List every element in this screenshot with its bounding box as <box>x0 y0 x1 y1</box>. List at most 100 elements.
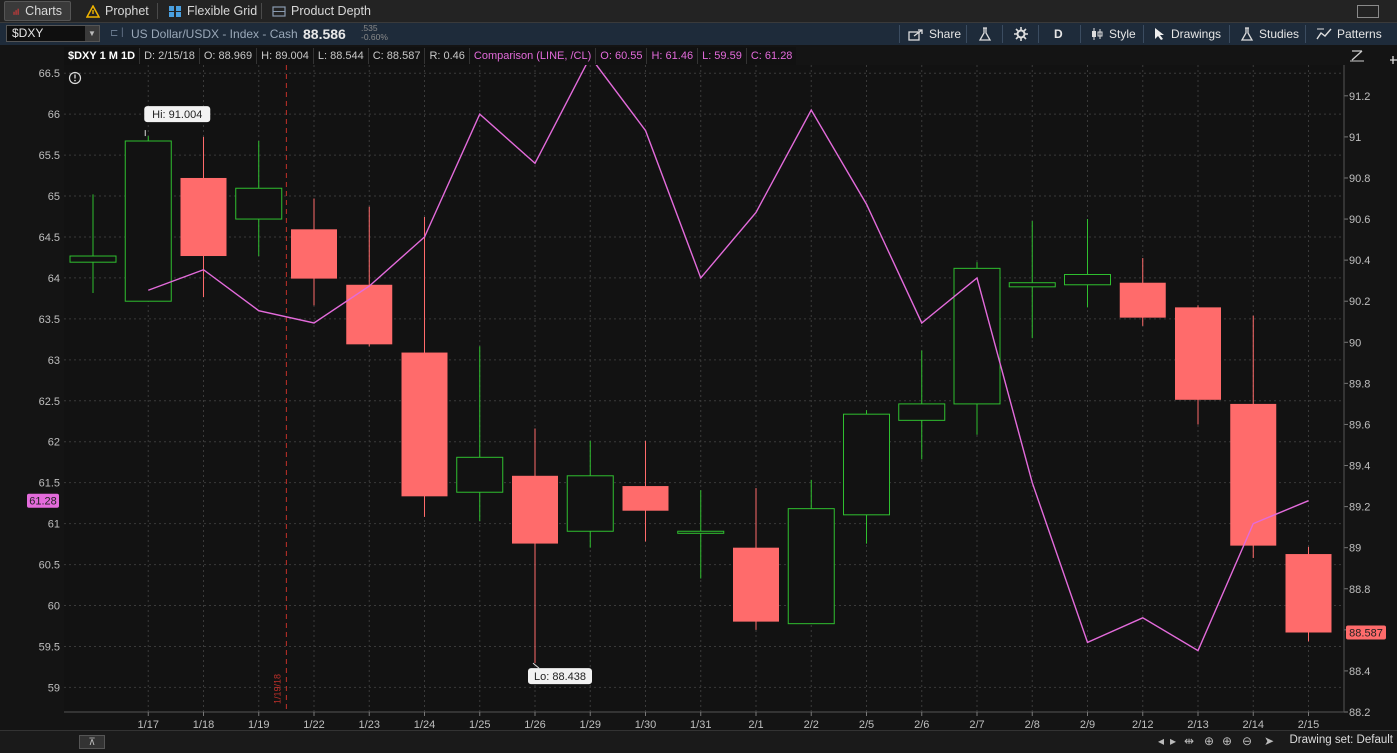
toolbar-separator <box>966 25 967 43</box>
candle-body <box>346 284 393 345</box>
candle-body <box>1008 282 1056 288</box>
toolbar-separator <box>1229 25 1230 43</box>
left-tick-label: 61 <box>48 519 60 531</box>
info-cmp-low: L: 59.59 <box>698 48 747 64</box>
candle-style-icon <box>1092 28 1103 40</box>
info-symbol-period: $DXY 1 M 1D <box>64 48 141 64</box>
patterns-icon <box>1316 28 1332 40</box>
tab-label: Charts <box>25 4 62 18</box>
aggregation-button[interactable]: D <box>1048 25 1069 43</box>
toolbar-separator <box>1305 25 1306 43</box>
info-cmp-open: O: 60.55 <box>596 48 648 64</box>
right-tick-label: 90.4 <box>1349 255 1370 267</box>
right-tick-label: 89.4 <box>1349 461 1370 473</box>
candle-body <box>69 255 117 263</box>
candle-body <box>898 403 946 421</box>
candle-body <box>1175 307 1221 400</box>
settings-button[interactable] <box>1008 25 1034 43</box>
right-tick-label: 90 <box>1349 337 1361 349</box>
patterns-button[interactable]: Patterns <box>1310 25 1388 43</box>
candle-body <box>291 229 337 279</box>
info-comparison: Comparison (LINE, /CL) <box>470 48 597 64</box>
candle-body <box>733 547 779 622</box>
chevron-down-icon[interactable]: ▼ <box>85 26 99 41</box>
chart-toolbar: $DXY ▼ ⊏ | US Dollar/USDX - Index - Cash… <box>0 23 1397 45</box>
tab-charts[interactable]: Charts <box>4 1 71 21</box>
left-tick-label: 62 <box>48 437 60 449</box>
style-button[interactable]: Style <box>1084 25 1142 43</box>
style-label: Style <box>1109 27 1136 41</box>
toolbar-separator <box>1002 25 1003 43</box>
pan-icon[interactable]: ⇹ <box>1184 734 1194 748</box>
right-tick-label: 90.8 <box>1349 173 1370 185</box>
scroll-left-icon[interactable]: ◂ <box>1158 734 1164 748</box>
right-tick-label: 91.2 <box>1349 91 1370 103</box>
tab-product-depth[interactable]: Product Depth <box>264 1 379 21</box>
left-tick-label: 64.5 <box>39 232 60 244</box>
left-tick-label: 60 <box>48 601 60 613</box>
high-label: Hi: 91.004 <box>152 109 202 121</box>
drawing-set-label: Drawing set: Default <box>1289 734 1393 746</box>
candle-body <box>456 456 504 493</box>
drawings-label: Drawings <box>1171 27 1222 41</box>
candle-body <box>677 530 725 534</box>
drawings-button[interactable]: Drawings <box>1148 25 1227 43</box>
pointer-icon[interactable]: ➤ <box>1264 734 1274 748</box>
symbol-value: $DXY <box>12 26 44 40</box>
right-tick-label: 88.8 <box>1349 584 1370 596</box>
maximize-button[interactable] <box>1357 5 1379 18</box>
info-low: L: 88.544 <box>314 48 369 64</box>
tab-flexible-grid[interactable]: Flexible Grid <box>160 1 265 21</box>
left-tick-label: 66.5 <box>39 68 60 80</box>
candle-body <box>1119 282 1166 318</box>
plot-area <box>64 65 1344 712</box>
share-button[interactable]: Share <box>902 25 967 43</box>
grid-icon <box>169 5 181 17</box>
right-tick-label: 88.4 <box>1349 666 1370 678</box>
tab-prophet[interactable]: Prophet <box>78 1 157 21</box>
symbol-input[interactable]: $DXY ▼ <box>6 25 100 42</box>
link-icon[interactable]: ⊏ <box>110 28 118 39</box>
left-tick-label: 63 <box>48 355 60 367</box>
symbol-price: 88.586 <box>303 26 346 42</box>
candle-body <box>401 352 448 497</box>
info-cmp-high: H: 61.46 <box>647 48 699 64</box>
info-date: D: 2/15/18 <box>140 48 200 64</box>
zoom-in-icon[interactable]: ⊕ <box>1222 734 1232 748</box>
top-tab-bar: Charts Prophet Flexible Grid Product Dep… <box>0 0 1397 23</box>
candle-body <box>843 413 890 516</box>
left-tick-label: 63.5 <box>39 314 60 326</box>
left-tick-label: 62.5 <box>39 396 60 408</box>
collapse-button[interactable]: ⊼ <box>79 735 105 749</box>
candle-body <box>1285 554 1332 633</box>
date-marker-label: 1/19/18 <box>272 674 282 704</box>
separator-dot: | <box>121 27 124 38</box>
candle-body <box>622 486 669 511</box>
toolbar-separator <box>1080 25 1081 43</box>
crosshair-icon[interactable]: ⊕ <box>1204 734 1214 748</box>
price-chart[interactable]: 66.5 66 65.5 65 64.5 64 63.5 63 62.5 62 61.5 61 60.5… <box>0 45 1397 752</box>
low-label: Lo: 88.438 <box>534 671 586 683</box>
tab-label: Flexible Grid <box>187 4 258 18</box>
candle-body <box>512 475 558 544</box>
candle-body <box>787 508 835 625</box>
bar-chart-icon <box>13 8 19 15</box>
info-open: O: 88.969 <box>200 48 258 64</box>
left-tick-label: 59 <box>48 682 60 694</box>
tab-separator <box>157 3 158 19</box>
flask-icon <box>978 27 992 41</box>
candle <box>124 136 172 302</box>
cursor-arrow-icon <box>1155 28 1164 40</box>
info-range: R: 0.46 <box>425 48 470 64</box>
flask-button[interactable] <box>972 25 998 43</box>
gear-icon <box>1014 27 1028 41</box>
zoom-out-icon[interactable]: ⊖ <box>1242 734 1252 748</box>
symbol-description: US Dollar/USDX - Index - Cash <box>131 27 298 41</box>
right-tick-label: 88.2 <box>1349 707 1370 719</box>
toolbar-separator <box>1038 25 1039 43</box>
studies-button[interactable]: Studies <box>1234 25 1305 43</box>
left-tick-label: 59.5 <box>39 641 60 653</box>
tab-label: Product Depth <box>291 4 371 18</box>
candle-body <box>566 475 614 532</box>
scroll-right-icon[interactable]: ▸ <box>1170 734 1176 748</box>
